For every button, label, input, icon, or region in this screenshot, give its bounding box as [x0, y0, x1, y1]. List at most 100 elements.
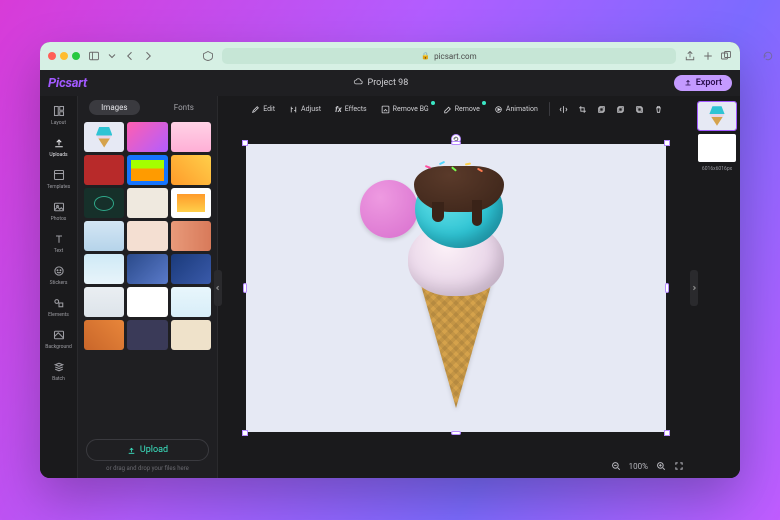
- project-title[interactable]: Project 98: [368, 78, 409, 88]
- page-thumbnail-2[interactable]: [698, 134, 736, 162]
- privacy-icon[interactable]: [202, 50, 214, 62]
- fullscreen-button[interactable]: [674, 461, 684, 471]
- thumbnail[interactable]: [84, 155, 124, 185]
- cloud-sync-icon: [353, 77, 363, 90]
- thumbnail[interactable]: [127, 287, 167, 317]
- rail-text[interactable]: Text: [42, 230, 76, 256]
- tool-layer-down[interactable]: [594, 102, 609, 117]
- artboard[interactable]: [246, 144, 666, 432]
- canvas-object-icecream[interactable]: [381, 152, 531, 412]
- upload-icon: [52, 136, 66, 150]
- thumbnail[interactable]: [84, 221, 124, 251]
- tab-fonts[interactable]: Fonts: [162, 100, 206, 115]
- app-logo[interactable]: Picsart: [48, 76, 87, 91]
- photos-icon: [52, 200, 66, 214]
- tab-images[interactable]: Images: [89, 100, 139, 115]
- thumbnail[interactable]: [84, 320, 124, 350]
- uploads-panel: Images Fonts: [78, 96, 218, 478]
- pages-panel: 6016x6016px: [694, 96, 740, 478]
- forward-button[interactable]: [142, 50, 154, 62]
- export-label: Export: [696, 78, 722, 88]
- separator: [549, 102, 550, 116]
- thumbnail[interactable]: [84, 122, 124, 152]
- thumbnail[interactable]: [171, 155, 211, 185]
- thumbnail[interactable]: [171, 221, 211, 251]
- tool-edit[interactable]: Edit: [246, 102, 280, 117]
- rail-stickers[interactable]: Stickers: [42, 262, 76, 288]
- zoom-level[interactable]: 100%: [629, 462, 648, 471]
- panel-collapse-right[interactable]: [690, 270, 698, 306]
- app-window: 🔒 picsart.com Picsart Project 98 Export …: [40, 42, 740, 478]
- bottom-bar: 100%: [218, 454, 694, 478]
- thumbnail[interactable]: [171, 254, 211, 284]
- thumbnail[interactable]: [84, 188, 124, 218]
- rail-photos[interactable]: Photos: [42, 198, 76, 224]
- tool-adjust[interactable]: Adjust: [284, 102, 326, 117]
- thumbnail[interactable]: [84, 287, 124, 317]
- thumbnail[interactable]: [127, 155, 167, 185]
- thumbnail[interactable]: [127, 122, 167, 152]
- zoom-in[interactable]: [656, 461, 666, 471]
- rail-background[interactable]: Background: [42, 326, 76, 352]
- batch-icon: [52, 360, 66, 374]
- resize-handle-sw[interactable]: [242, 430, 248, 436]
- new-tab-icon[interactable]: [702, 50, 714, 62]
- share-icon[interactable]: [684, 50, 696, 62]
- resize-handle-se[interactable]: [664, 430, 670, 436]
- app-bar: Picsart Project 98 Export: [40, 70, 740, 96]
- thumbnail[interactable]: [127, 188, 167, 218]
- close-window-button[interactable]: [48, 52, 56, 60]
- window-controls: [48, 52, 80, 60]
- resize-handle-ne[interactable]: [664, 140, 670, 146]
- tool-effects[interactable]: fxEffects: [330, 102, 372, 117]
- rail-layout[interactable]: Layout: [42, 102, 76, 128]
- rail-batch[interactable]: Batch: [42, 358, 76, 384]
- url-host: picsart.com: [434, 52, 477, 61]
- export-button[interactable]: Export: [674, 75, 732, 91]
- tool-layer-up[interactable]: [613, 102, 628, 117]
- canvas-area: Edit Adjust fxEffects Remove BG Remove A…: [218, 96, 694, 478]
- panel-collapse-left[interactable]: [214, 270, 222, 306]
- elements-icon: [52, 296, 66, 310]
- upload-button[interactable]: Upload: [86, 439, 209, 461]
- maximize-window-button[interactable]: [72, 52, 80, 60]
- thumbnail[interactable]: [84, 254, 124, 284]
- address-bar[interactable]: 🔒 picsart.com: [222, 48, 676, 64]
- background-icon: [52, 328, 66, 342]
- resize-handle-w[interactable]: [243, 283, 247, 293]
- drag-hint: or drag and drop your files here: [78, 465, 217, 478]
- thumbnail[interactable]: [171, 320, 211, 350]
- rail-elements[interactable]: Elements: [42, 294, 76, 320]
- page-thumbnail-1[interactable]: [698, 102, 736, 130]
- thumbnail[interactable]: [127, 221, 167, 251]
- tool-animation[interactable]: Animation: [489, 102, 543, 117]
- tool-remove-bg[interactable]: Remove BG: [376, 102, 434, 117]
- chevron-down-icon[interactable]: [106, 50, 118, 62]
- resize-handle-e[interactable]: [665, 283, 669, 293]
- thumbnail[interactable]: [127, 320, 167, 350]
- rail-templates[interactable]: Templates: [42, 166, 76, 192]
- sidebar-toggle-icon[interactable]: [88, 50, 100, 62]
- stickers-icon: [52, 264, 66, 278]
- templates-icon: [52, 168, 66, 182]
- zoom-out[interactable]: [611, 461, 621, 471]
- tool-crop[interactable]: [575, 102, 590, 117]
- thumbnail[interactable]: [127, 254, 167, 284]
- tool-flip[interactable]: [556, 102, 571, 117]
- resize-handle-nw[interactable]: [242, 140, 248, 146]
- resize-handle-n[interactable]: [451, 141, 461, 145]
- tabs-overview-icon[interactable]: [720, 50, 732, 62]
- tool-duplicate[interactable]: [632, 102, 647, 117]
- back-button[interactable]: [124, 50, 136, 62]
- tool-delete[interactable]: [651, 102, 666, 117]
- panel-tabs: Images Fonts: [78, 96, 217, 118]
- tool-remove[interactable]: Remove: [438, 102, 485, 117]
- thumbnail[interactable]: [171, 122, 211, 152]
- stage[interactable]: [218, 122, 694, 454]
- rail-uploads[interactable]: Uploads: [42, 134, 76, 160]
- thumbnail[interactable]: [171, 287, 211, 317]
- thumbnail[interactable]: [171, 188, 211, 218]
- minimize-window-button[interactable]: [60, 52, 68, 60]
- resize-handle-s[interactable]: [451, 431, 461, 435]
- upload-label: Upload: [140, 445, 168, 455]
